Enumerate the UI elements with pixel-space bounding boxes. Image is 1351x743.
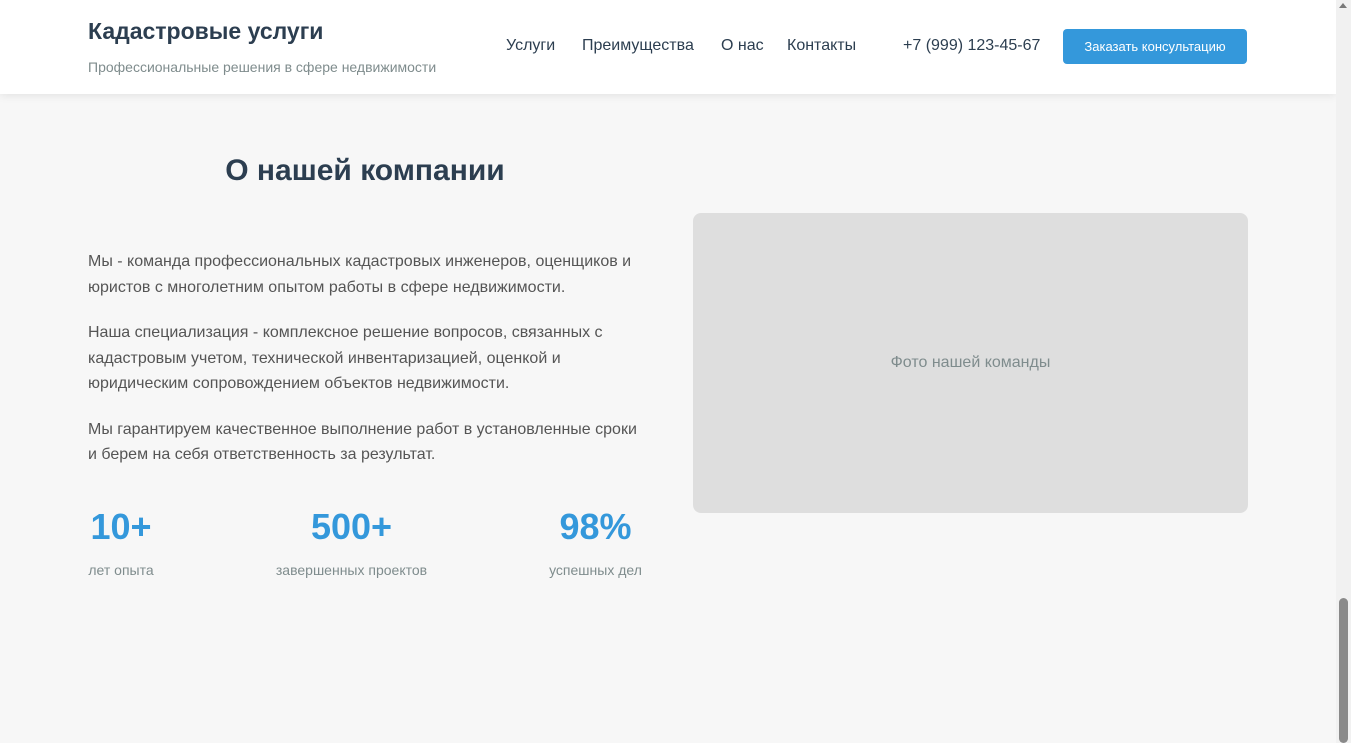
nav-link-contacts[interactable]: Контакты	[787, 37, 856, 55]
site-tagline: Профессиональные решения в сфере недвижи…	[88, 59, 437, 75]
nav-link-about[interactable]: О нас	[721, 37, 764, 55]
stat-label: лет опыта	[88, 562, 154, 578]
about-paragraph: Мы - команда профессиональных кадастровы…	[88, 253, 632, 296]
stat-value: 10+	[90, 506, 152, 547]
nav-link-services[interactable]: Услуги	[506, 37, 555, 55]
about-section-title: О нашей компании	[225, 154, 505, 187]
scrollbar-thumb[interactable]	[1339, 598, 1348, 743]
site-title[interactable]: Кадастровые услуги	[88, 18, 323, 45]
about-paragraph: Мы гарантируем качественное выполнение р…	[88, 420, 637, 464]
stat-success: 98% успешных дел	[548, 505, 643, 578]
order-consultation-button[interactable]: Заказать консультацию	[1063, 29, 1247, 64]
stat-value: 98%	[559, 506, 632, 547]
stat-projects: 500+ завершенных проектов	[273, 505, 430, 578]
page: Кадастровые услуги Профессиональные реше…	[0, 0, 1336, 743]
stat-years: 10+ лет опыта	[88, 505, 154, 578]
about-paragraph: Наша специализация - комплексное решение…	[88, 324, 603, 392]
stat-label: успешных дел	[549, 562, 642, 578]
phone-number[interactable]: +7 (999) 123-45-67	[903, 37, 1040, 55]
stat-label: завершенных проектов	[275, 562, 428, 578]
page-scrollbar[interactable]	[1336, 0, 1351, 743]
nav-link-advantages[interactable]: Преимущества	[582, 37, 694, 55]
team-photo-placeholder: Фото нашей команды	[693, 213, 1248, 513]
scroll-up-arrow-icon[interactable]	[1339, 3, 1347, 8]
about-text: Мы - команда профессиональных кадастровы…	[88, 249, 648, 488]
site-header: Кадастровые услуги Профессиональные реше…	[0, 0, 1336, 94]
photo-placeholder-label: Фото нашей команды	[890, 354, 1051, 371]
stat-value: 500+	[310, 506, 393, 547]
